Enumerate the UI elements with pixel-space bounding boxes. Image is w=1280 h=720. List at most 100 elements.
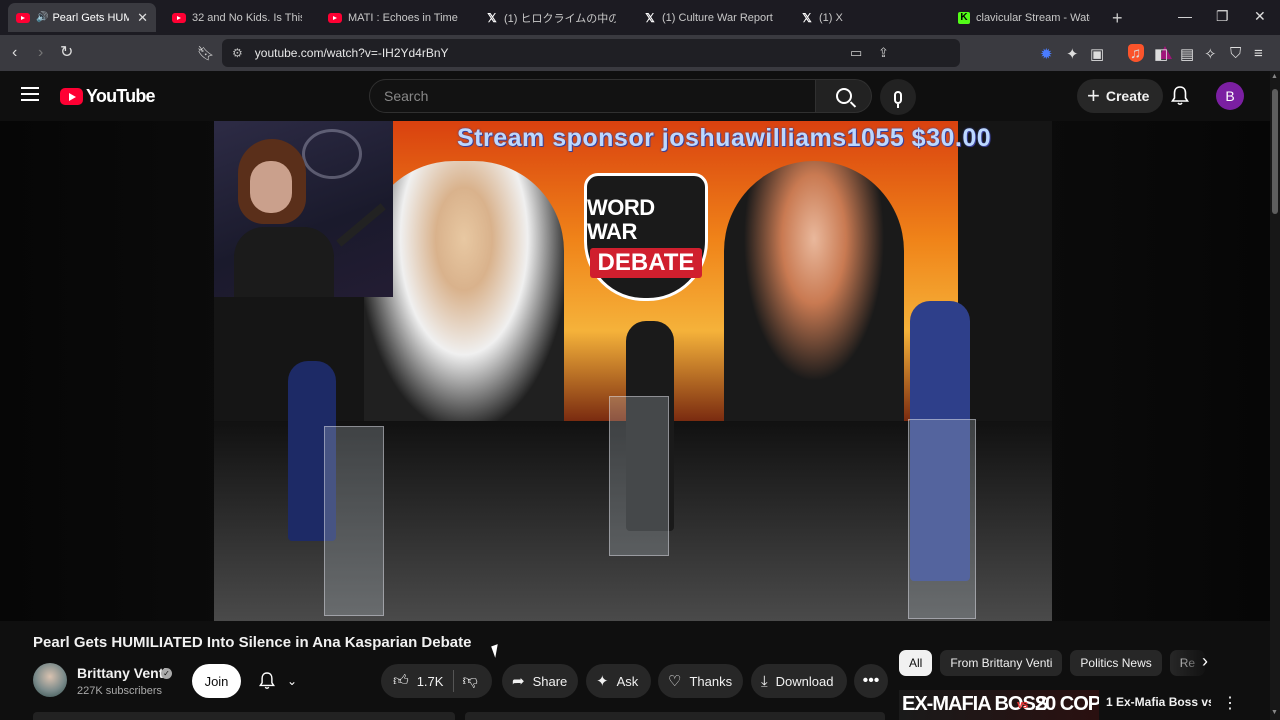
- browser-tab-6[interactable]: 𝕏 (1) X: [793, 3, 939, 32]
- close-window-icon[interactable]: ✕: [1254, 8, 1266, 25]
- share-page-icon[interactable]: ⇪: [878, 45, 889, 61]
- notification-settings-button[interactable]: ⌄: [249, 664, 309, 698]
- super-thanks-icon: ♡: [668, 673, 682, 690]
- new-tab-icon[interactable]: +: [1112, 8, 1123, 29]
- browser-tab-2[interactable]: 32 and No Kids. Is This Wh: [164, 3, 310, 32]
- create-label: Create: [1105, 88, 1150, 104]
- like-count[interactable]: 1.7K: [417, 674, 444, 689]
- more-vertical-icon[interactable]: ⋮: [1222, 693, 1238, 713]
- scrollbar-thumb[interactable]: [1272, 89, 1278, 214]
- share-icon: ➦: [512, 673, 525, 690]
- share-button[interactable]: ➦ Share: [502, 664, 578, 698]
- reading-list-icon[interactable]: ▤: [1180, 45, 1194, 63]
- search-icon: [835, 88, 852, 104]
- tab-label: 32 and No Kids. Is This Wh: [192, 11, 302, 24]
- microphone-icon: [894, 90, 902, 108]
- wallet-icon[interactable]: ▣: [1090, 45, 1104, 63]
- voice-search-button[interactable]: [880, 79, 916, 115]
- chip-politics-news[interactable]: Politics News: [1070, 650, 1162, 676]
- account-avatar[interactable]: B: [1216, 82, 1244, 110]
- video-player[interactable]: WORD WAR DEBATE Stream sponsor joshuawil…: [214, 121, 1052, 621]
- youtube-logo[interactable]: YouTube: [60, 86, 156, 107]
- cast-icon[interactable]: ▭: [850, 45, 862, 61]
- notifications-icon[interactable]: [1171, 86, 1189, 106]
- join-button[interactable]: Join: [192, 664, 241, 698]
- debate-logo: WORD WAR DEBATE: [584, 173, 708, 301]
- close-tab-icon[interactable]: ✕: [137, 10, 148, 26]
- dislike-icon[interactable]: 👎︎: [462, 672, 477, 690]
- tab-label: MATI : Echoes in Time: She: [348, 11, 458, 24]
- thumbnail-text-right: 20 COPS: [1035, 693, 1099, 715]
- streamer-face: [250, 161, 292, 213]
- ask-button[interactable]: ✦ Ask: [586, 664, 651, 698]
- debater-right-image: [724, 161, 904, 421]
- tab-label: clavicular Stream - Watch: [976, 11, 1090, 24]
- channel-name[interactable]: Brittany Venti: [77, 665, 167, 681]
- search-button[interactable]: [816, 79, 872, 113]
- debate-logo-line1: WORD WAR: [587, 195, 655, 244]
- url-text[interactable]: youtube.com/watch?v=-IH2Yd4rBnY: [255, 46, 449, 60]
- media-icon[interactable]: ♫: [1130, 45, 1141, 62]
- related-chips: All From Brittany Venti Politics News Re: [899, 650, 1213, 676]
- chevron-right-icon[interactable]: ›: [1202, 651, 1208, 672]
- more-actions-button[interactable]: •••: [854, 664, 888, 698]
- mouse-cursor: [491, 644, 502, 658]
- menu-icon[interactable]: ≡: [1254, 45, 1263, 62]
- extensions-icon[interactable]: ✦: [1066, 45, 1079, 63]
- browser-tab-1[interactable]: 🔊 Pearl Gets HUMILIA ✕: [8, 3, 156, 32]
- recommendation-thumbnail[interactable]: EX-MAFIA BOSS vs 20 COPS: [899, 690, 1099, 720]
- create-button[interactable]: + Create: [1077, 79, 1164, 113]
- shield-icon[interactable]: ⛉: [1230, 45, 1241, 62]
- back-icon[interactable]: ‹: [12, 43, 17, 63]
- recommendation-title[interactable]: 1 Ex-Mafia Boss vs 20 Cops (ft. Micha: [1106, 694, 1211, 710]
- x-icon: 𝕏: [645, 10, 655, 25]
- x-icon: 𝕏: [487, 10, 497, 25]
- chevron-down-icon: ⌄: [287, 674, 298, 688]
- scroll-down-icon[interactable]: ▼: [1271, 709, 1278, 716]
- like-icon[interactable]: 👍︎: [393, 672, 409, 690]
- chip-all[interactable]: All: [899, 650, 933, 676]
- download-label: Download: [775, 673, 834, 689]
- browser-toolbar: ‹ › ↻ 🔖︎ ⚙ youtube.com/watch?v=-IH2Yd4rB…: [0, 35, 1280, 71]
- search-input[interactable]: [369, 79, 816, 113]
- minimize-icon[interactable]: —: [1178, 8, 1192, 24]
- vpn-icon[interactable]: ✹: [1040, 45, 1053, 63]
- youtube-icon: [172, 12, 186, 23]
- scroll-up-icon[interactable]: ▲: [1271, 73, 1278, 80]
- address-bar[interactable]: ⚙ youtube.com/watch?v=-IH2Yd4rBnY ▭ ⇪: [222, 39, 1172, 67]
- browser-tab-3[interactable]: MATI : Echoes in Time: She: [320, 3, 466, 32]
- download-button[interactable]: ⤓ Download: [751, 664, 847, 698]
- podium-center: [609, 396, 669, 556]
- streamer-body: [234, 227, 334, 297]
- page-scrollbar[interactable]: ▲ ▼: [1270, 71, 1280, 720]
- reload-icon[interactable]: ↻: [60, 43, 73, 63]
- speaker-icon[interactable]: 🔊: [36, 12, 48, 23]
- thanks-button[interactable]: ♡ Thanks: [658, 664, 743, 698]
- restore-icon[interactable]: ❐: [1216, 8, 1229, 25]
- video-title: Pearl Gets HUMILIATED Into Silence in An…: [33, 634, 472, 651]
- search-box: [369, 79, 872, 113]
- browser-tab-7[interactable]: K clavicular Stream - Watch: [950, 3, 1098, 32]
- tab-label: (1) Culture War Report on: [662, 11, 774, 24]
- bell-icon: [259, 672, 275, 690]
- browser-tab-4[interactable]: 𝕏 (1) ヒロクライムの中の人 on X: [478, 3, 624, 32]
- podium-right: [908, 419, 976, 619]
- background-logo: [302, 129, 362, 179]
- sparkle-icon: ✦: [596, 673, 609, 690]
- debate-logo-line2: DEBATE: [589, 248, 703, 278]
- bookmark-icon[interactable]: 🔖︎: [197, 43, 215, 63]
- forward-icon[interactable]: ›: [38, 43, 43, 63]
- chip-from-channel[interactable]: From Brittany Venti: [940, 650, 1063, 676]
- leo-ai-icon[interactable]: ✧: [1204, 45, 1217, 63]
- tab-label: (1) X: [819, 11, 843, 24]
- site-settings-icon[interactable]: ⚙: [232, 46, 243, 60]
- thumbnail-text-vs: vs: [1017, 699, 1028, 711]
- sponsor-overlay: Stream sponsor joshuawilliams1055 $30.00: [457, 124, 992, 152]
- channel-avatar[interactable]: [33, 663, 67, 697]
- guide-menu-icon[interactable]: [21, 87, 39, 101]
- ask-label: Ask: [616, 673, 639, 689]
- browser-tab-5[interactable]: 𝕏 (1) Culture War Report on: [636, 3, 782, 32]
- download-icon: ⤓: [761, 672, 768, 690]
- debater-left-image: [364, 161, 564, 421]
- sidebar-icon[interactable]: ◧: [1154, 45, 1168, 63]
